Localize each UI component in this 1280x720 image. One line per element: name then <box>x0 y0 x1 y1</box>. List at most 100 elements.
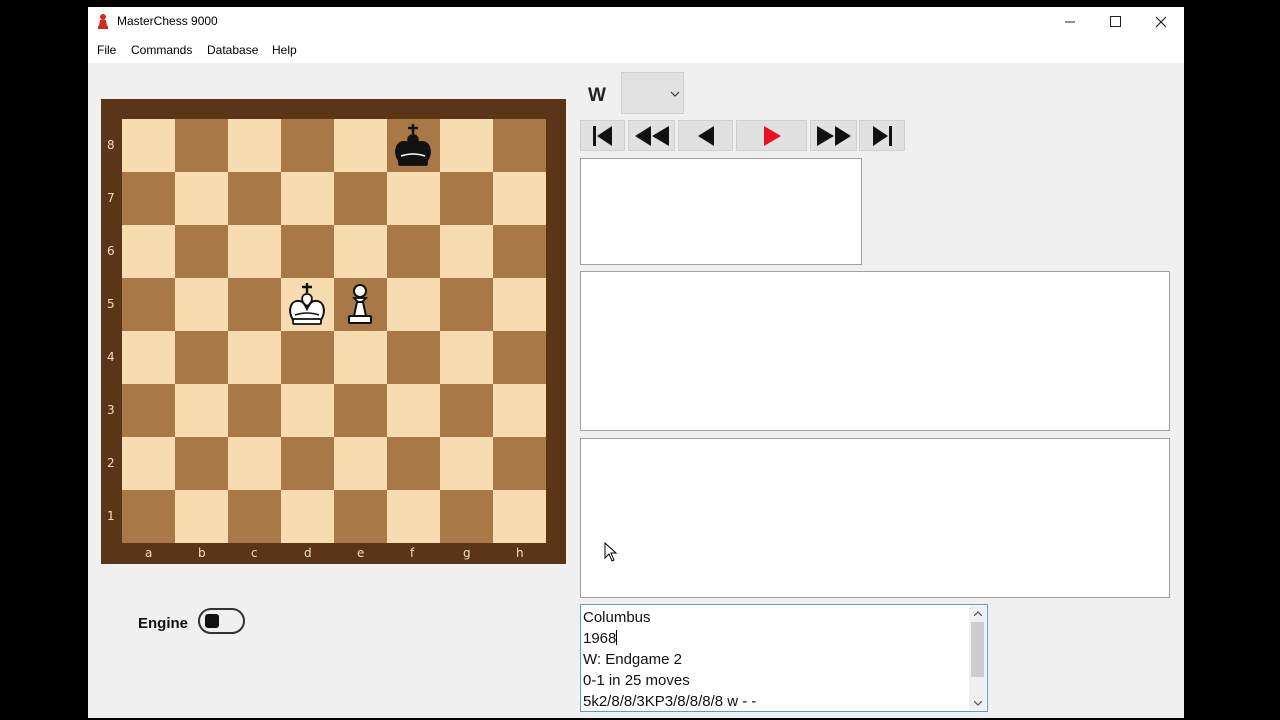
square-h5[interactable] <box>493 278 546 331</box>
square-e1[interactable] <box>334 490 387 543</box>
minimize-button[interactable] <box>1047 7 1093 36</box>
scroll-down-icon[interactable] <box>969 696 986 710</box>
square-b7[interactable] <box>175 172 228 225</box>
square-h2[interactable] <box>493 437 546 490</box>
menu-help[interactable]: Help <box>272 43 297 57</box>
square-b3[interactable] <box>175 384 228 437</box>
info-line-year: 1968 <box>583 630 618 647</box>
square-h8[interactable] <box>493 119 546 172</box>
square-a1[interactable] <box>122 490 175 543</box>
square-f2[interactable] <box>387 437 440 490</box>
square-g6[interactable] <box>440 225 493 278</box>
square-g4[interactable] <box>440 331 493 384</box>
square-d1[interactable] <box>281 490 334 543</box>
square-e4[interactable] <box>334 331 387 384</box>
square-c1[interactable] <box>228 490 281 543</box>
square-a2[interactable] <box>122 437 175 490</box>
square-f4[interactable] <box>387 331 440 384</box>
square-b1[interactable] <box>175 490 228 543</box>
square-g2[interactable] <box>440 437 493 490</box>
engine-output-panel[interactable] <box>580 438 1170 598</box>
square-d8[interactable] <box>281 119 334 172</box>
info-line-result: 0-1 in 25 moves <box>583 672 690 689</box>
play-button[interactable] <box>736 120 807 151</box>
square-e3[interactable] <box>334 384 387 437</box>
white-king-icon[interactable] <box>283 280 331 333</box>
scroll-thumb[interactable] <box>971 622 984 677</box>
close-button[interactable] <box>1138 7 1184 36</box>
skip-to-start-icon <box>592 125 612 146</box>
square-c8[interactable] <box>228 119 281 172</box>
square-f3[interactable] <box>387 384 440 437</box>
move-list-panel[interactable] <box>580 271 1170 431</box>
square-d2[interactable] <box>281 437 334 490</box>
game-info-textbox[interactable]: Columbus 1968 W: Endgame 2 0-1 in 25 mov… <box>580 604 988 712</box>
menu-bar: File Commands Database Help <box>88 36 1184 63</box>
square-g7[interactable] <box>440 172 493 225</box>
square-f7[interactable] <box>387 172 440 225</box>
last-move-button[interactable] <box>859 120 905 151</box>
engine-toggle[interactable] <box>198 608 245 634</box>
square-b6[interactable] <box>175 225 228 278</box>
close-icon <box>1155 16 1167 27</box>
square-b5[interactable] <box>175 278 228 331</box>
square-g3[interactable] <box>440 384 493 437</box>
rank-label: 3 <box>107 403 115 417</box>
square-b4[interactable] <box>175 331 228 384</box>
menu-database[interactable]: Database <box>207 43 258 57</box>
square-c7[interactable] <box>228 172 281 225</box>
square-a6[interactable] <box>122 225 175 278</box>
square-g8[interactable] <box>440 119 493 172</box>
square-c5[interactable] <box>228 278 281 331</box>
square-f5[interactable] <box>387 278 440 331</box>
square-d3[interactable] <box>281 384 334 437</box>
square-a5[interactable] <box>122 278 175 331</box>
black-king-icon[interactable] <box>389 121 437 174</box>
square-h3[interactable] <box>493 384 546 437</box>
square-f6[interactable] <box>387 225 440 278</box>
square-f1[interactable] <box>387 490 440 543</box>
square-a3[interactable] <box>122 384 175 437</box>
square-g1[interactable] <box>440 490 493 543</box>
square-a8[interactable] <box>122 119 175 172</box>
scroll-up-icon[interactable] <box>969 606 986 620</box>
square-e8[interactable] <box>334 119 387 172</box>
square-c6[interactable] <box>228 225 281 278</box>
square-e6[interactable] <box>334 225 387 278</box>
square-d7[interactable] <box>281 172 334 225</box>
window-title: MasterChess 9000 <box>117 14 218 28</box>
square-g5[interactable] <box>440 278 493 331</box>
menu-commands[interactable]: Commands <box>131 43 192 57</box>
menu-file[interactable]: File <box>97 43 116 57</box>
square-c4[interactable] <box>228 331 281 384</box>
square-a4[interactable] <box>122 331 175 384</box>
fast-rewind-icon <box>634 125 669 146</box>
square-h6[interactable] <box>493 225 546 278</box>
square-d4[interactable] <box>281 331 334 384</box>
square-b8[interactable] <box>175 119 228 172</box>
file-label: g <box>463 546 471 560</box>
square-h7[interactable] <box>493 172 546 225</box>
first-move-button[interactable] <box>580 120 625 151</box>
white-pawn-icon[interactable] <box>336 280 384 333</box>
square-h4[interactable] <box>493 331 546 384</box>
forward-5-button[interactable] <box>810 120 857 151</box>
square-c3[interactable] <box>228 384 281 437</box>
info-scrollbar[interactable] <box>969 606 986 710</box>
board-squares[interactable] <box>122 119 546 543</box>
square-b2[interactable] <box>175 437 228 490</box>
rank-label: 1 <box>107 509 115 523</box>
square-h1[interactable] <box>493 490 546 543</box>
rank-label: 7 <box>107 191 115 205</box>
side-to-move-dropdown[interactable] <box>621 72 684 114</box>
square-e7[interactable] <box>334 172 387 225</box>
square-c2[interactable] <box>228 437 281 490</box>
maximize-button[interactable] <box>1092 7 1138 36</box>
back-5-button[interactable] <box>628 120 675 151</box>
step-back-icon <box>697 125 714 146</box>
square-d6[interactable] <box>281 225 334 278</box>
square-a7[interactable] <box>122 172 175 225</box>
square-e2[interactable] <box>334 437 387 490</box>
back-button[interactable] <box>678 120 733 151</box>
move-display-panel[interactable] <box>580 158 862 265</box>
